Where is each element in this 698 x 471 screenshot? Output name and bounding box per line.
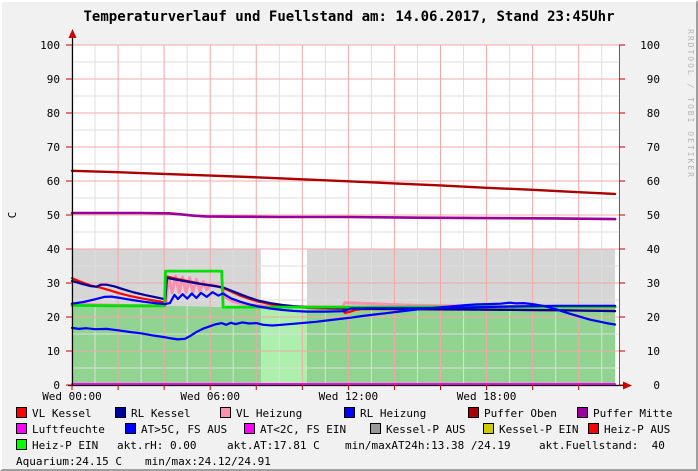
legend-item: RL Kessel [115, 407, 191, 420]
legend-label: VL Kessel [32, 407, 92, 420]
legend-label: min/max:24.12/24.91 [145, 455, 271, 468]
legend-item: Luftfeuchte [16, 423, 105, 436]
legend-item: Heiz-P AUS [588, 423, 670, 436]
legend-item: akt.Fuellstand: 40 [539, 439, 665, 452]
legend-label: Heiz-P AUS [604, 423, 670, 436]
rrdtool-graph: Temperaturverlauf und Fuellstand am: 14.… [0, 0, 698, 471]
legend-swatch [370, 423, 381, 434]
legend-label: Kessel-P EIN [499, 423, 578, 436]
legend-label: min/maxAT24h:13.38 /24.19 [345, 439, 511, 452]
legend-swatch [16, 439, 27, 450]
legend-swatch [344, 407, 355, 418]
legend-label: RL Kessel [131, 407, 191, 420]
legend-item: Heiz-P EIN [16, 439, 98, 452]
legend-label: VL Heizung [236, 407, 302, 420]
legend-item: VL Kessel [16, 407, 92, 420]
legend-label: Puffer Mitte [593, 407, 672, 420]
legend-label: Kessel-P AUS [386, 423, 465, 436]
legend-item: Puffer Oben [468, 407, 557, 420]
legend-swatch [244, 423, 255, 434]
legend-item: Puffer Mitte [577, 407, 672, 420]
legend-item: min/max:24.12/24.91 [145, 455, 271, 468]
legend-label: Luftfeuchte [32, 423, 105, 436]
legend-swatch [125, 423, 136, 434]
legend-swatch [16, 423, 27, 434]
legend-item: akt.rH: 0.00 [117, 439, 196, 452]
legend-swatch [588, 423, 599, 434]
legend-label: AT>5C, FS AUS [141, 423, 227, 436]
legend-label: akt.rH: 0.00 [117, 439, 196, 452]
legend-label: Puffer Oben [484, 407, 557, 420]
legend-item: akt.AT:17.81 C [227, 439, 320, 452]
legend-item: AT<2C, FS EIN [244, 423, 346, 436]
legend-item: Kessel-P AUS [370, 423, 465, 436]
legend-swatch [115, 407, 126, 418]
legend-label: akt.Fuellstand: 40 [539, 439, 665, 452]
legend-label: AT<2C, FS EIN [260, 423, 346, 436]
legend-label: Heiz-P EIN [32, 439, 98, 452]
legend-label: akt.AT:17.81 C [227, 439, 320, 452]
legend-item: Aquarium:24.15 C [16, 455, 122, 468]
legend-swatch [483, 423, 494, 434]
legend-item: VL Heizung [220, 407, 302, 420]
legend-label: RL Heizung [360, 407, 426, 420]
legend-swatch [16, 407, 27, 418]
legend-item: AT>5C, FS AUS [125, 423, 227, 436]
legend-swatch [468, 407, 479, 418]
legend: VL Kessel RL Kessel VL Heizung RL Heizung Pu… [2, 2, 696, 469]
legend-item: RL Heizung [344, 407, 426, 420]
legend-item: Kessel-P EIN [483, 423, 578, 436]
legend-item: min/maxAT24h:13.38 /24.19 [345, 439, 511, 452]
legend-swatch [577, 407, 588, 418]
legend-label: Aquarium:24.15 C [16, 455, 122, 468]
legend-swatch [220, 407, 231, 418]
